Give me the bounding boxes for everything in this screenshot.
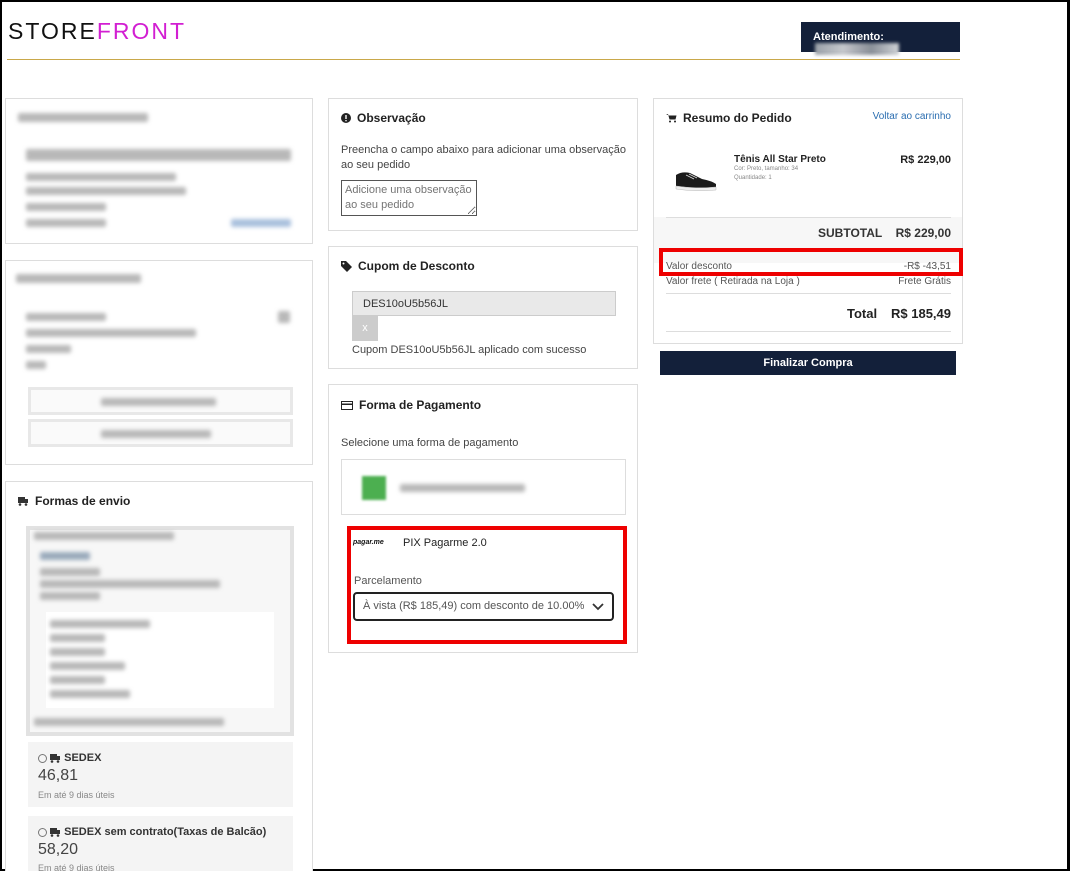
radio-sedex[interactable] [38,753,47,763]
back-to-cart-link[interactable]: Voltar ao carrinho [873,111,951,122]
shipping-name: SEDEX sem contrato(Taxas de Balcão) [64,826,267,838]
pagamento-subtitle: Selecione uma forma de pagamento [341,437,519,449]
total-value: R$ 185,49 [891,306,951,321]
radio-sedex-sem-contrato[interactable] [38,827,47,837]
shipping-eta: Em até 9 dias úteis [38,863,115,871]
cupom-success-message: Cupom DES10oU5b56JL aplicado com sucesso [352,344,587,356]
sneaker-icon [675,172,717,192]
atendimento-badge: Atendimento: [801,22,960,56]
shipping-eta: Em até 9 dias úteis [38,790,115,800]
cupom-card: Cupom de Desconto DES10oU5b56JL x Cupom … [328,246,638,369]
address-card [5,260,313,465]
redacted-payment-icon [362,476,386,500]
shipping-price: 46,81 [38,767,79,784]
frete-label: Valor frete ( Retirada na Loja ) [666,276,800,287]
address-button-1[interactable] [28,387,293,415]
highlight-pix-payment [347,526,627,644]
subtotal-label: SUBTOTAL [818,226,883,240]
observacao-card: Observação Preencha o campo abaixo para … [328,98,638,231]
customer-info-card [5,98,313,244]
cupom-title: Cupom de Desconto [341,259,475,273]
cupom-remove-button[interactable]: x [352,316,378,341]
redacted-phone [815,43,899,56]
shipping-option-sedex[interactable]: SEDEX 46,81 Em até 9 dias úteis [28,742,293,807]
shipping-title: Formas de envio [18,494,130,508]
product-price: R$ 229,00 [900,154,951,166]
observacao-title: Observação [341,111,426,125]
redacted-shipping-block [26,526,294,736]
shipping-option-sedex-sem-contrato[interactable]: SEDEX sem contrato(Taxas de Balcão) 58,2… [28,816,293,871]
address-button-2[interactable] [28,419,293,447]
product-quantity: Quantidade: 1 [734,175,772,181]
shipping-card: Formas de envio SEDEX 46,81 Em até 9 dia… [5,481,313,871]
pagamento-title: Forma de Pagamento [341,398,481,412]
truck-icon [50,753,61,763]
total-label: Total [847,306,878,321]
summary-divider [666,217,951,218]
credit-card-icon [341,400,353,410]
frete-value: Frete Grátis [898,276,951,287]
exclamation-circle-icon [341,113,351,123]
payment-option-redacted[interactable] [341,459,626,515]
product-details: Cor: Preto, tamanho: 34 [734,166,799,172]
observacao-textarea[interactable] [341,180,477,216]
shipping-price: 58,20 [38,841,79,858]
subtotal-value: R$ 229,00 [895,226,951,240]
truck-icon [18,496,28,506]
product-image[interactable] [672,167,720,193]
order-summary-card: Resumo do Pedido Voltar ao carrinho Têni… [653,98,963,344]
observacao-description: Preencha o campo abaixo para adicionar u… [341,144,626,171]
product-name: Tênis All Star Preto [734,154,826,165]
summary-divider [666,331,951,332]
shipping-name: SEDEX [64,752,102,764]
truck-icon [50,827,61,837]
storefront-logo[interactable]: STOREFRONT [8,18,186,45]
tag-icon [341,260,352,272]
header-divider [7,59,960,60]
cart-icon [666,114,677,123]
highlight-desconto [659,248,963,276]
summary-title: Resumo do Pedido [666,111,792,125]
cupom-code-input[interactable]: DES10oU5b56JL [352,291,616,316]
finalizar-compra-button[interactable]: Finalizar Compra [660,351,956,375]
summary-divider [666,293,951,294]
